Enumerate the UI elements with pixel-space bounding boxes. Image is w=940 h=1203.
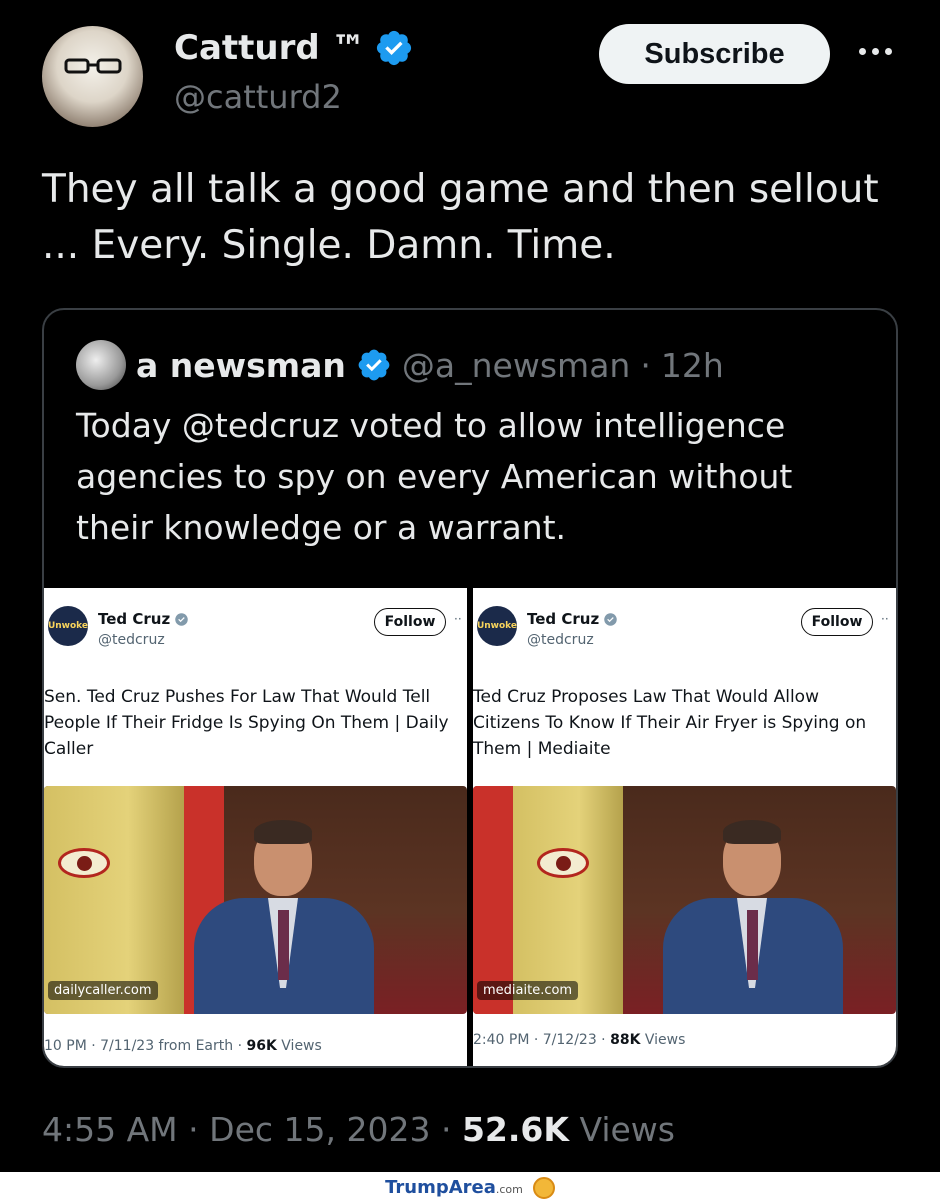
- embedded-avatar: Unwoke: [48, 606, 88, 646]
- separator: ·: [188, 1110, 199, 1149]
- embedded-name-text: Ted Cruz: [527, 610, 600, 628]
- verified-badge-icon: [358, 349, 390, 381]
- media-image-1[interactable]: Unwoke Ted Cruz @tedcruz Follow ·· Sen. …: [44, 588, 467, 1066]
- dot: [871, 47, 879, 55]
- author-handle[interactable]: @catturd2: [174, 78, 342, 116]
- tweet-meta: 4:55 AM · Dec 15, 2023 · 52.6K Views: [42, 1110, 675, 1149]
- more-options-icon[interactable]: [852, 36, 898, 66]
- quoted-tweet-text: Today @tedcruz voted to allow intelligen…: [76, 406, 793, 547]
- quoted-author-avatar[interactable]: [76, 340, 126, 390]
- tweet-time[interactable]: 4:55 AM: [42, 1110, 178, 1149]
- quoted-tweet-header: a newsman @a_newsman · 12h: [76, 340, 724, 390]
- fridge-graphic: [44, 786, 184, 1014]
- tweet-header: Catturd ™ @catturd2 Subscribe: [42, 22, 902, 127]
- watermark-bar: TrumpArea.com: [0, 1172, 940, 1203]
- watermark-face-icon: [532, 1176, 555, 1199]
- separator: ·: [640, 345, 651, 385]
- dot: [884, 47, 892, 55]
- verified-badge-icon: [175, 612, 188, 626]
- embedded-more-icon: ··: [454, 612, 462, 626]
- embedded-author-handle: @tedcruz: [527, 632, 594, 648]
- embedded-views-count: 88K: [610, 1032, 641, 1048]
- embedded-author-name: Ted Cruz: [98, 610, 189, 628]
- embedded-author-name: Ted Cruz: [527, 610, 618, 628]
- embedded-follow-button: Follow: [374, 608, 446, 636]
- embedded-follow-button: Follow: [801, 608, 873, 636]
- watermark-brand: TrumpArea: [385, 1177, 496, 1198]
- tweet-date[interactable]: Dec 15, 2023: [209, 1110, 430, 1149]
- watermark-logo: TrumpArea.com: [385, 1177, 523, 1198]
- fridge-graphic: [513, 786, 623, 1014]
- speaker-figure: [663, 814, 843, 1014]
- embedded-meta: 2:40 PM · 7/12/23 · 88K Views: [473, 1032, 685, 1048]
- verified-badge-icon: [376, 30, 411, 66]
- embedded-more-icon: ··: [881, 612, 889, 626]
- quoted-author-name[interactable]: a newsman: [136, 346, 346, 385]
- author-name-row: Catturd ™: [174, 28, 414, 68]
- eye-graphic: [537, 848, 589, 878]
- author-avatar[interactable]: [42, 26, 143, 127]
- glasses-graphic: [64, 58, 122, 74]
- watermark-suffix: .com: [495, 1183, 523, 1196]
- embedded-views-label: Views: [281, 1038, 322, 1054]
- embedded-avatar: Unwoke: [477, 606, 517, 646]
- separator: ·: [440, 1110, 452, 1149]
- author-name[interactable]: Catturd ™: [174, 28, 366, 68]
- eye-graphic: [58, 848, 110, 878]
- quoted-author-handle[interactable]: @a_newsman: [402, 346, 630, 385]
- quoted-tweet[interactable]: a newsman @a_newsman · 12h Today @tedcru…: [42, 308, 898, 1068]
- tweet-text: They all talk a good game and then sello…: [42, 167, 879, 268]
- quoted-media-grid: Unwoke Ted Cruz @tedcruz Follow ·· Sen. …: [44, 588, 896, 1066]
- embedded-meta-text: 2:40 PM · 7/12/23 ·: [473, 1032, 611, 1048]
- embedded-photo: mediaite.com: [473, 786, 896, 1014]
- source-label: mediaite.com: [477, 981, 579, 1000]
- embedded-meta-text: 10 PM · 7/11/23 from Earth ·: [44, 1038, 247, 1054]
- embedded-views-count: 96K: [246, 1038, 277, 1054]
- embedded-name-text: Ted Cruz: [98, 610, 171, 628]
- quoted-tweet-age[interactable]: 12h: [661, 346, 724, 385]
- tweet-views-count[interactable]: 52.6K: [462, 1110, 569, 1149]
- media-image-2[interactable]: Unwoke Ted Cruz @tedcruz Follow ·· Ted C…: [473, 588, 896, 1066]
- embedded-author-handle: @tedcruz: [98, 632, 165, 648]
- dot: [858, 47, 866, 55]
- speaker-figure: [194, 814, 374, 1014]
- verified-badge-icon: [604, 612, 617, 626]
- embedded-tweet-text: Ted Cruz Proposes Law That Would Allow C…: [473, 687, 867, 759]
- subscribe-button[interactable]: Subscribe: [599, 24, 830, 84]
- embedded-views-label: Views: [644, 1032, 686, 1048]
- embedded-tweet-text: Sen. Ted Cruz Pushes For Law That Would …: [44, 687, 449, 759]
- embedded-meta: 10 PM · 7/11/23 from Earth · 96K Views: [44, 1038, 322, 1054]
- embedded-photo: dailycaller.com: [44, 786, 467, 1014]
- source-label: dailycaller.com: [48, 981, 158, 1000]
- tweet-views-label: Views: [579, 1110, 675, 1149]
